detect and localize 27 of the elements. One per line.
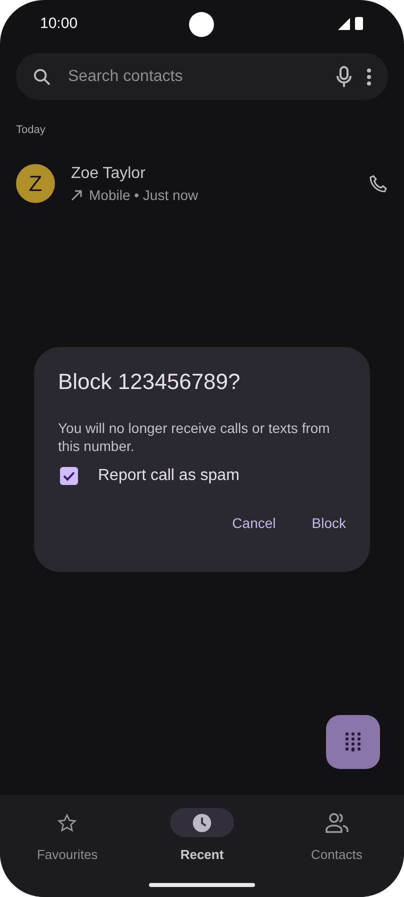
contact-name: Zoe Taylor [71,164,146,182]
camera-cutout [189,12,214,37]
clock-icon [191,812,213,834]
dialpad-icon [345,732,361,752]
nav-tab[interactable]: Favourites [0,807,135,863]
dialpad-button[interactable] [326,715,380,769]
dialog-button[interactable]: Cancel [220,507,288,539]
nav-tab[interactable]: Recent [134,807,270,863]
star-icon [57,812,78,832]
section-header: Today [16,124,46,136]
dialog-message: You will no longer receive calls or texts from this number. [58,419,331,455]
search-icon [32,66,52,86]
search-field[interactable]: Search contacts [66,66,322,86]
checkbox-label: Report call as spam [98,467,240,485]
search-bar[interactable]: Search contacts [16,53,388,100]
outgoing-arrow-icon [71,188,83,200]
spam-checkbox[interactable] [60,467,78,485]
nav-tab[interactable]: Contacts [269,807,404,863]
people-icon [324,812,349,834]
status-time: 10:00 [40,14,78,32]
dialog-button[interactable]: Block [300,507,358,539]
phone-icon[interactable] [368,174,388,194]
microphone-icon[interactable] [336,66,352,88]
dialog-title: Block 123456789? [58,369,242,395]
more-icon[interactable] [366,68,372,86]
contact-avatar: Z [16,164,55,203]
call-detail: Mobile • Just now [89,186,198,202]
